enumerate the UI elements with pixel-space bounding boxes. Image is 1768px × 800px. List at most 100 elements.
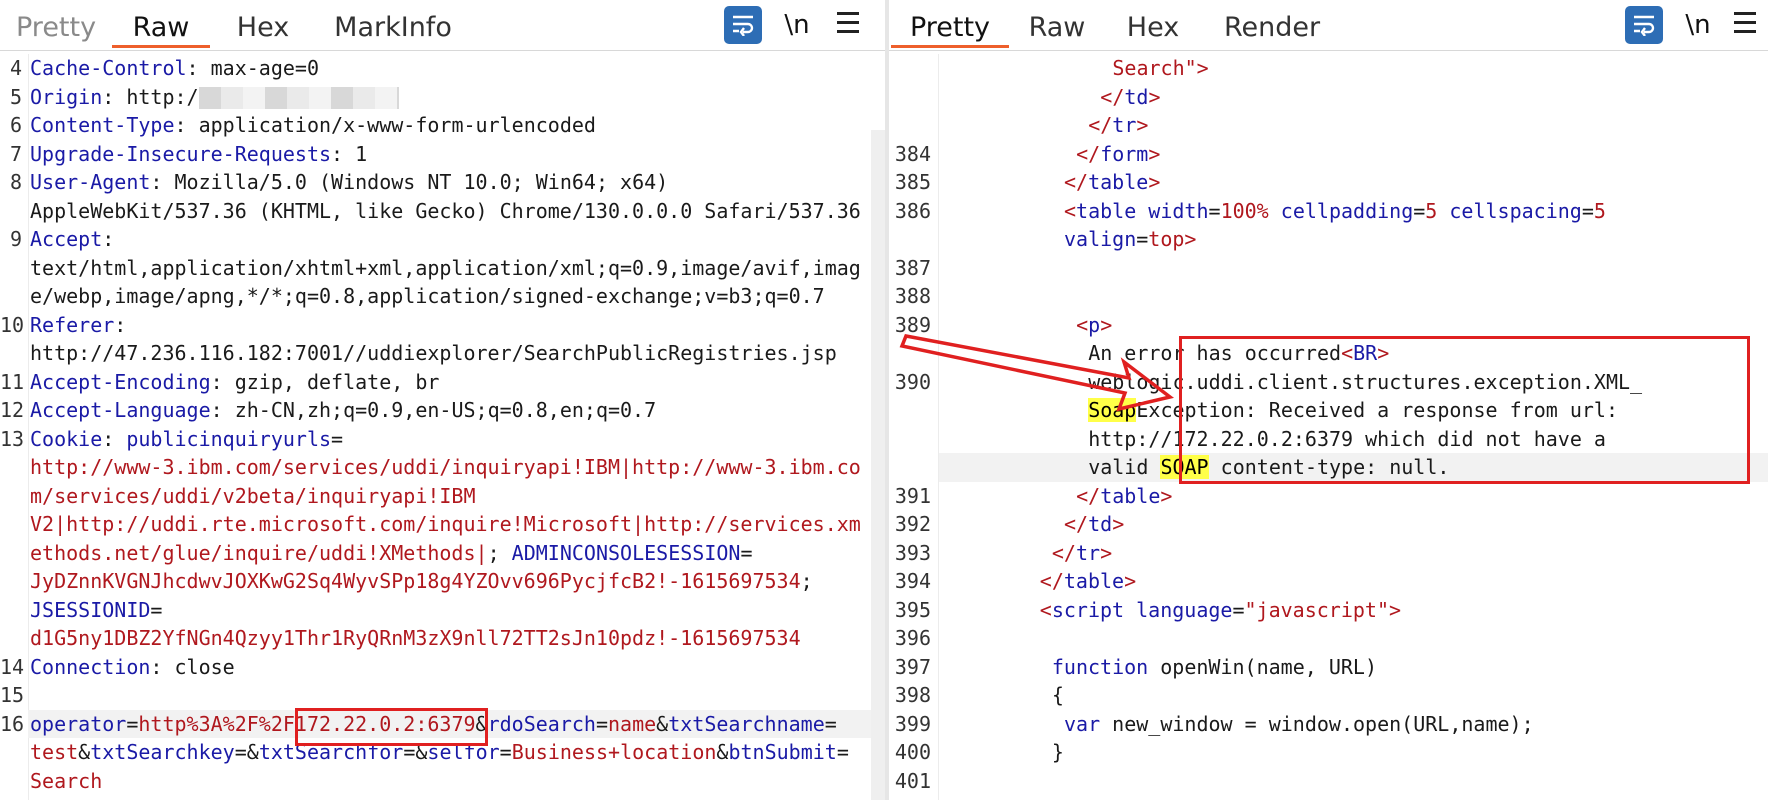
token: table — [1088, 170, 1149, 194]
line-text: } — [1052, 738, 1064, 767]
token: = — [1232, 597, 1245, 622]
token: form — [1100, 141, 1149, 166]
code-line: Search"> — [889, 54, 1768, 83]
code-line: 13 Cookie: publicinquiryurls= — [0, 425, 885, 454]
wrap-lines-icon — [1634, 15, 1655, 36]
code-line: 401 — [889, 767, 1768, 796]
code-line: d1G5ny1DBZ2YfNGn4Qzyy1Thr1RyQRnM3zX9nll7… — [0, 624, 885, 653]
token: name — [608, 711, 657, 736]
code-line: JSESSIONID= — [0, 596, 885, 625]
line-text: m/services/uddi/v2beta/inquiryapi!IBM — [30, 482, 476, 511]
token: ; — [487, 540, 512, 565]
token: Cache-Control — [30, 56, 187, 80]
line-text: Accept-Language: zh-CN,zh;q=0.9,en-US;q=… — [30, 396, 656, 425]
token: tr — [1075, 540, 1101, 565]
code-line: e/webp,image/apng,*/*;q=0.8,application/… — [0, 282, 885, 311]
token: = — [1136, 227, 1149, 251]
token: = — [331, 426, 344, 451]
token: = — [150, 597, 163, 622]
token: table — [1063, 569, 1125, 593]
wrap-lines-icon — [733, 15, 754, 36]
line-text: </td> — [1100, 83, 1160, 112]
tab-hex[interactable]: Hex — [218, 8, 308, 48]
token: 100% — [1220, 198, 1269, 223]
token: td — [1088, 512, 1113, 536]
token: = — [1581, 198, 1594, 223]
token: = — [824, 711, 837, 736]
code-line: 10 Referer: — [0, 311, 885, 340]
token: "> — [1184, 56, 1209, 80]
line-text: Cookie: publicinquiryurls= — [30, 425, 343, 454]
token: </ — [1076, 483, 1101, 508]
token: p — [1088, 312, 1101, 337]
code-line: ethods.net/glue/inquire/uddi!XMethods|; … — [0, 539, 885, 568]
code-line: 384 </form> — [889, 140, 1768, 169]
token: btnSubmit — [728, 740, 837, 764]
line-number: 390 — [894, 369, 931, 394]
line-number: 12 — [0, 398, 25, 422]
code-line: 15 — [0, 681, 885, 710]
token: Accept-Encoding — [30, 369, 211, 394]
token: > — [1184, 227, 1197, 251]
code-line: V2|http://uddi.rte.microsoft.com/inquire… — [0, 510, 885, 539]
token: 5 — [1425, 198, 1438, 223]
tab-hex[interactable]: Hex — [1105, 8, 1201, 48]
line-text: function openWin(name, URL) — [1052, 653, 1377, 682]
code-line: http://www-3.ibm.com/services/uddi/inqui… — [0, 453, 885, 482]
tab-raw[interactable]: Raw — [112, 8, 210, 48]
code-line: 7 Upgrade-Insecure-Requests: 1 — [0, 140, 885, 169]
tab-pretty[interactable]: Pretty — [891, 8, 1009, 48]
newline-toggle-button[interactable]: \n — [779, 6, 815, 44]
line-text: AppleWebKit/537.36 (KHTML, like Gecko) C… — [30, 197, 861, 226]
line-number: 8 — [9, 170, 22, 194]
line-text: Search — [30, 767, 102, 796]
tab-render[interactable]: Render — [1201, 8, 1343, 48]
line-text: </tr> — [1052, 539, 1112, 568]
tab-raw[interactable]: Raw — [1009, 8, 1105, 48]
code-line: 11 Accept-Encoding: gzip, deflate, br — [0, 368, 885, 397]
line-number: 388 — [894, 284, 931, 308]
request-scrollbar[interactable] — [871, 130, 885, 800]
line-text: Content-Type: application/x-www-form-url… — [30, 111, 596, 140]
token: > — [1100, 312, 1113, 337]
line-text: </table> — [1076, 482, 1172, 511]
code-line: valign=top> — [889, 225, 1768, 254]
wrap-lines-button[interactable] — [1625, 6, 1663, 44]
wrap-lines-button[interactable] — [724, 6, 762, 44]
token: </ — [1088, 113, 1113, 137]
token: Search — [30, 768, 103, 793]
line-number: 16 — [0, 711, 25, 736]
token: ethods.net/glue/inquire/uddi!XMethods| — [30, 540, 488, 565]
line-number: 392 — [894, 512, 931, 536]
line-number: 384 — [894, 141, 931, 166]
token: txtSearchname — [668, 711, 825, 736]
code-line: AppleWebKit/537.36 (KHTML, like Gecko) C… — [0, 197, 885, 226]
token: < — [1076, 312, 1089, 337]
token: = — [126, 711, 139, 736]
token: Content-Type — [30, 113, 175, 137]
token: Search — [1112, 56, 1185, 80]
code-line: JyDZnnKVGNJhcdwvJOXKwG2Sq4WyvSPp18g4YZOv… — [0, 567, 885, 596]
hamburger-menu-icon[interactable] — [1730, 6, 1760, 44]
line-number: 395 — [894, 597, 931, 622]
line-text: e/webp,image/apng,*/*;q=0.8,application/… — [30, 282, 825, 311]
token: </ — [1076, 141, 1101, 166]
tab-pretty[interactable]: Pretty — [0, 8, 110, 48]
token: publicinquiryurls — [126, 426, 332, 451]
line-number: 4 — [9, 56, 22, 80]
hamburger-menu-icon[interactable] — [833, 6, 863, 44]
token: Upgrade-Insecure-Requests — [30, 141, 332, 166]
token: script — [1051, 597, 1137, 622]
token: = — [836, 740, 849, 764]
request-editor[interactable]: 4 Cache-Control: max-age=0 5 Origin: http:/… — [0, 54, 885, 800]
code-line: </td> — [889, 83, 1768, 112]
code-line: m/services/uddi/v2beta/inquiryapi!IBM — [0, 482, 885, 511]
code-line: 4 Cache-Control: max-age=0 — [0, 54, 885, 83]
token: Connection — [30, 654, 151, 679]
tab-markinfo[interactable]: MarkInfo — [318, 8, 468, 48]
newline-toggle-button[interactable]: \n — [1680, 6, 1716, 44]
token: ; — [800, 569, 813, 593]
line-number: 15 — [0, 683, 25, 707]
token: </ — [1064, 170, 1089, 194]
